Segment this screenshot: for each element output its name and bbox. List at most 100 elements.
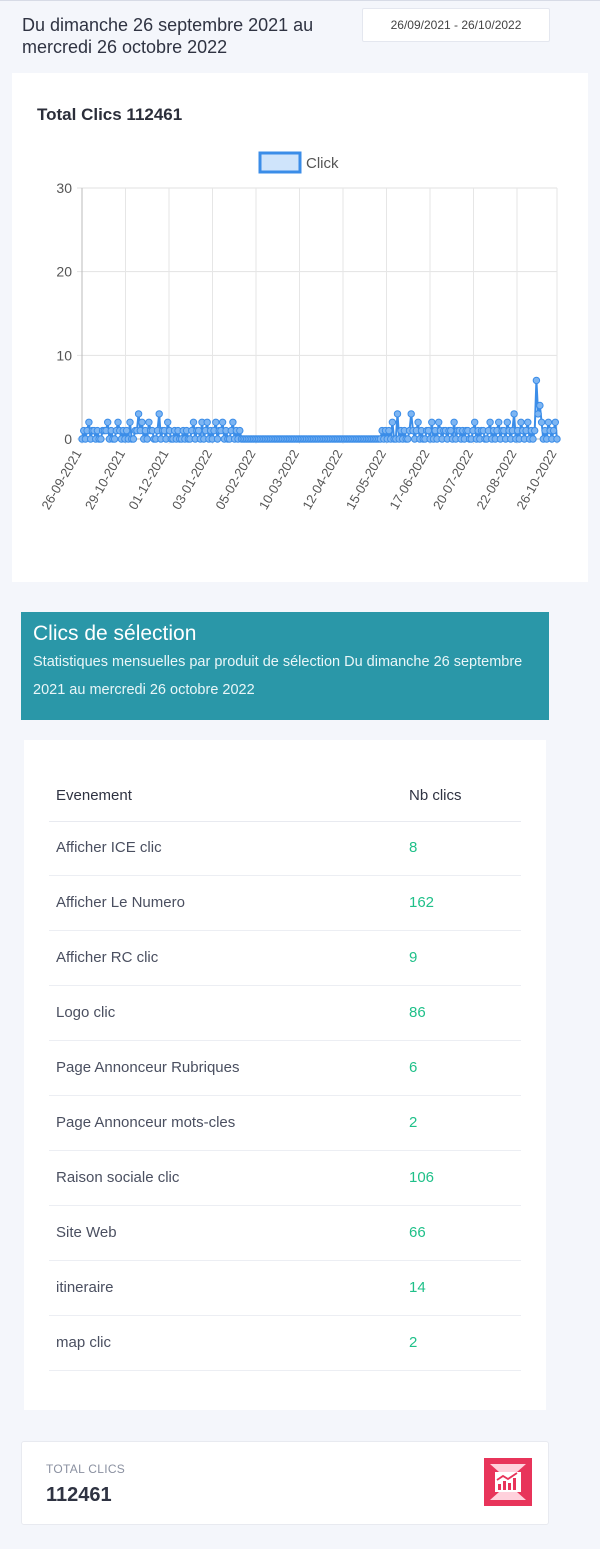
- column-header-count: Nb clics: [409, 787, 462, 804]
- legend-swatch: [258, 151, 302, 174]
- data-point: [407, 410, 415, 418]
- data-point: [213, 435, 222, 443]
- data-point: [544, 418, 553, 426]
- x-tick-label: 17-06-2022: [386, 447, 432, 512]
- total-value: 112461: [46, 1484, 112, 1506]
- selection-table-card: Evenement Nb clics Afficher ICE clic 8 A…: [24, 740, 546, 1410]
- section-subtitle: Statistiques mensuelles par produit de s…: [33, 654, 523, 698]
- x-tick-label: 01-12-2021: [125, 447, 171, 512]
- event-name: Page Annonceur mots-cles: [56, 1114, 236, 1131]
- event-name: Site Web: [56, 1224, 117, 1241]
- y-tick-label: 30: [56, 180, 72, 196]
- table-row: Page Annonceur Rubriques 6: [49, 1041, 521, 1096]
- data-point: [414, 418, 422, 426]
- x-tick-label: 26-09-2021: [38, 447, 84, 512]
- click-count: 8: [409, 839, 418, 856]
- selection-section-header: Clics de sélection Statistiques mensuell…: [21, 612, 549, 720]
- data-point: [385, 426, 393, 435]
- data-point: [85, 418, 93, 426]
- column-header-event: Evenement: [56, 787, 132, 804]
- data-point: [122, 426, 131, 435]
- x-tick-label: 29-10-2021: [82, 447, 128, 512]
- chart-card: Total Clics 112461 0 10 20 30 26-09-2021 29-1…: [12, 73, 588, 582]
- data-point: [155, 410, 163, 418]
- click-count: 86: [409, 1004, 426, 1021]
- data-point: [229, 418, 237, 426]
- data-point: [517, 418, 525, 426]
- x-tick-label: 26-10-2022: [513, 447, 559, 512]
- event-name: itineraire: [56, 1279, 114, 1296]
- x-tick-label: 12-04-2022: [299, 447, 345, 512]
- click-count: 9: [409, 949, 418, 966]
- event-name: Raison sociale clic: [56, 1169, 180, 1186]
- table-row: Site Web 66: [49, 1206, 521, 1261]
- click-count: 6: [409, 1059, 418, 1076]
- data-point: [549, 426, 558, 435]
- data-point: [126, 418, 134, 426]
- total-label: TOTAL CLICS: [46, 1462, 126, 1476]
- data-point: [104, 418, 112, 426]
- event-name: Logo clic: [56, 1004, 116, 1021]
- data-point: [110, 435, 119, 443]
- event-name: Page Annonceur Rubriques: [56, 1059, 240, 1076]
- data-point: [503, 418, 511, 426]
- event-name: Afficher ICE clic: [56, 839, 162, 856]
- data-point: [404, 435, 412, 443]
- event-name: Afficher RC clic: [56, 949, 159, 966]
- data-point: [129, 435, 138, 443]
- data-point: [143, 435, 151, 443]
- data-point: [435, 418, 443, 426]
- clicks-line-chart: 0 10 20 30 26-09-202129-10-202101-12-202103-…: [38, 151, 561, 512]
- chart-trend-icon: [484, 1458, 532, 1506]
- top-divider: [0, 0, 600, 1]
- data-point: [471, 418, 479, 426]
- data-point: [450, 418, 458, 426]
- click-count: 2: [409, 1114, 418, 1131]
- table-row: map clic 2: [49, 1316, 521, 1371]
- x-tick-label: 03-01-2022: [169, 447, 215, 512]
- x-tick-label: 10-03-2022: [256, 447, 302, 512]
- table-row: itineraire 14: [49, 1261, 521, 1316]
- y-tick-label: 20: [56, 264, 72, 280]
- data-point: [393, 410, 402, 418]
- data-point: [529, 435, 537, 443]
- data-point: [194, 426, 203, 435]
- data-point: [212, 418, 220, 426]
- total-clicks-card: TOTAL CLICS 112461: [21, 1441, 549, 1525]
- x-tick-label: 22-08-2022: [473, 447, 519, 512]
- x-tick-label: 15-05-2022: [343, 447, 389, 512]
- click-count: 66: [409, 1224, 426, 1241]
- event-name: map clic: [56, 1334, 112, 1351]
- data-point: [218, 418, 227, 426]
- date-range-picker[interactable]: 26/09/2021 - 26/10/2022: [362, 8, 550, 42]
- data-point: [203, 418, 211, 426]
- table-row: Logo clic 86: [49, 986, 521, 1041]
- data-point: [189, 418, 198, 426]
- data-point: [447, 426, 455, 435]
- legend-label: Click: [306, 155, 339, 172]
- data-point: [388, 418, 397, 426]
- click-count: 162: [409, 894, 435, 911]
- data-point: [424, 426, 433, 435]
- x-tick-label: 20-07-2022: [430, 447, 476, 512]
- data-point: [536, 401, 544, 410]
- click-count: 106: [409, 1169, 435, 1186]
- data-point: [138, 418, 146, 426]
- table-row: Page Annonceur mots-cles 2: [49, 1096, 521, 1151]
- table-row: Afficher ICE clic 8: [49, 821, 521, 876]
- data-point: [524, 418, 532, 426]
- x-tick-label: 05-02-2022: [212, 447, 258, 512]
- data-point: [428, 418, 436, 426]
- data-point: [486, 418, 494, 426]
- data-point: [531, 426, 539, 435]
- data-point: [553, 435, 561, 443]
- y-tick-label: 0: [64, 431, 72, 447]
- data-point: [510, 410, 518, 418]
- data-point: [134, 410, 143, 418]
- data-point: [145, 418, 153, 426]
- table-header: Evenement Nb clics: [49, 779, 521, 822]
- data-point: [534, 410, 542, 418]
- data-point: [97, 435, 105, 443]
- click-count: 2: [409, 1334, 418, 1351]
- section-title: Clics de sélection: [33, 622, 197, 645]
